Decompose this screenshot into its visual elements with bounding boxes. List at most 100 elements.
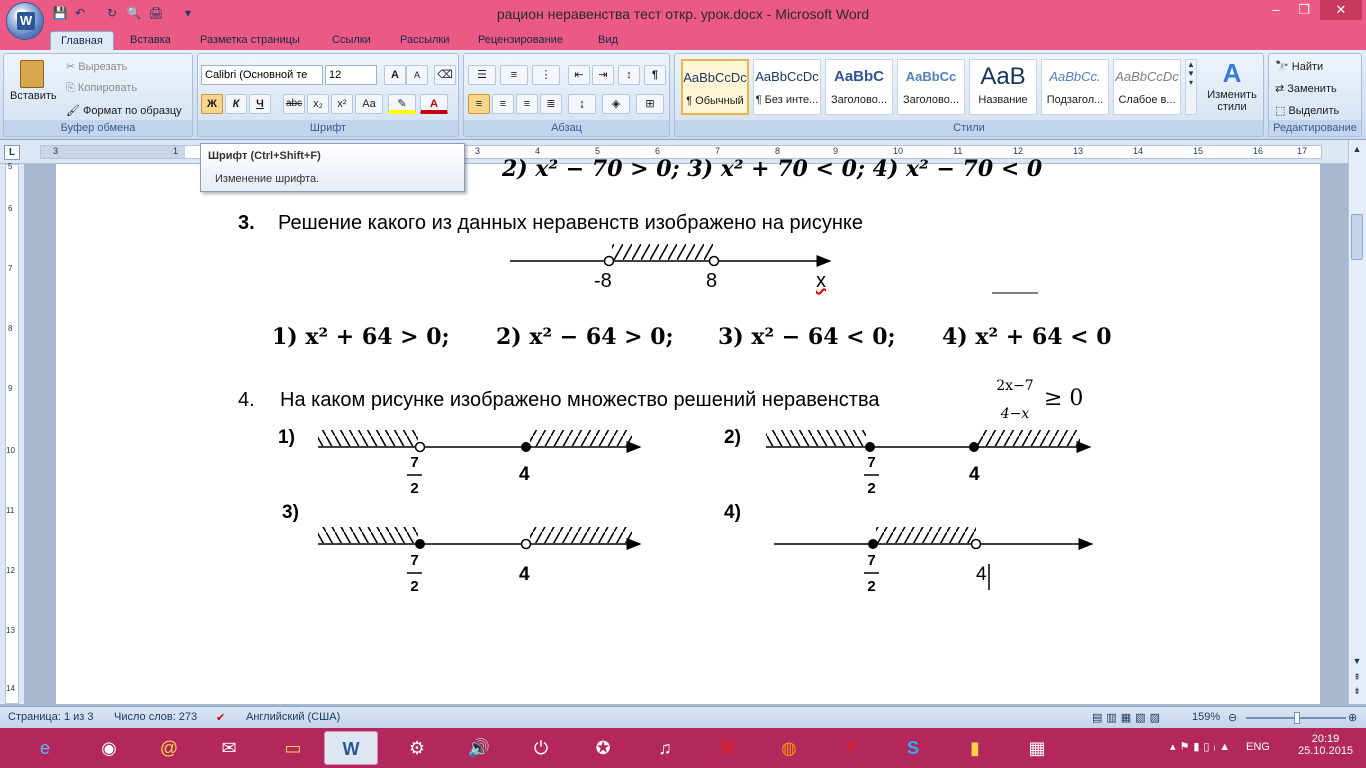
shrink-font-button[interactable]: A	[406, 65, 428, 85]
chrome-icon[interactable]: ◉	[82, 731, 136, 765]
bold-button[interactable]: Ж	[201, 94, 223, 114]
style-heading-1[interactable]: AaBbC Заголово...	[825, 59, 893, 115]
style-normal[interactable]: AaBbCcDc ¶ Обычный	[681, 59, 749, 115]
yandex-browser-icon[interactable]: Y	[824, 731, 878, 765]
ccleaner-icon[interactable]: ✪	[576, 731, 630, 765]
firefox-icon[interactable]: ◍	[762, 731, 816, 765]
multilevel-list-icon[interactable]: ⋮	[532, 65, 560, 85]
file-explorer-icon[interactable]: ▭	[266, 731, 320, 765]
format-painter-button[interactable]: 🖌 Формат по образцу	[66, 104, 182, 117]
zoom-in-icon[interactable]: ⊕	[1348, 711, 1357, 724]
superscript-button[interactable]: x²	[331, 94, 353, 114]
previous-page-icon[interactable]: ⇞	[1350, 672, 1364, 686]
minimize-button[interactable]: –	[1262, 0, 1290, 20]
skype-icon[interactable]: S	[886, 731, 940, 765]
strikethrough-button[interactable]: abc	[283, 94, 305, 114]
align-right-icon[interactable]: ≡	[516, 94, 538, 114]
tray-icons[interactable]: ▴⚑▮▯ᵢ▲	[1170, 740, 1234, 753]
align-center-icon[interactable]: ≡	[492, 94, 514, 114]
shading-icon[interactable]: ◈	[602, 94, 630, 114]
vertical-scrollbar[interactable]: ▲ ▼ ⇞ ⇟	[1348, 140, 1366, 704]
scroll-up-icon[interactable]: ▲	[1350, 144, 1364, 158]
italic-button[interactable]: К	[225, 94, 247, 114]
change-styles-button[interactable]: A Изменить стили	[1203, 58, 1261, 113]
sort-icon[interactable]: ↕	[618, 65, 640, 85]
increase-indent-icon[interactable]: ⇥	[592, 65, 614, 85]
next-page-icon[interactable]: ⇟	[1350, 686, 1364, 700]
line-spacing-icon[interactable]: ↨	[568, 94, 596, 114]
office-button[interactable]: W	[6, 2, 44, 40]
music-icon[interactable]: ♫	[638, 731, 692, 765]
bullets-icon[interactable]: ☰	[468, 65, 496, 85]
word-taskbar-icon[interactable]: W	[324, 731, 378, 765]
document-page[interactable]: 2) x² − 70 > 0; 3) x² + 70 < 0; 4) x² − …	[56, 156, 1320, 704]
variant-1-label: 1)	[278, 427, 295, 448]
style-subtle-emphasis[interactable]: AaBbCcDc Слабое в...	[1113, 59, 1181, 115]
vertical-ruler[interactable]: 5 6 7 8 9 10 11 12 13 14	[0, 162, 24, 704]
justify-icon[interactable]: ≣	[540, 94, 562, 114]
internet-explorer-icon[interactable]: e	[18, 731, 72, 765]
clear-formatting-icon[interactable]: ⌫	[434, 65, 456, 85]
winrar-icon[interactable]: ▦	[1010, 731, 1064, 765]
cut-button[interactable]: ✂ Вырезать	[66, 60, 127, 73]
underline-button[interactable]: Ч	[249, 94, 271, 114]
tab-insert[interactable]: Вставка	[120, 31, 181, 50]
close-button[interactable]: ✕	[1320, 0, 1362, 20]
input-language[interactable]: ENG	[1246, 741, 1270, 753]
style-name: Заголово...	[902, 94, 960, 106]
scroll-down-icon[interactable]: ▼	[1350, 656, 1364, 670]
page-counter[interactable]: Страница: 1 из 3	[8, 711, 94, 723]
style-subtitle[interactable]: AaBbCc. Подзагол...	[1041, 59, 1109, 115]
style-heading-2[interactable]: AaBbCc Заголово...	[897, 59, 965, 115]
styles-scroll[interactable]: ▲ ▼ ▾	[1185, 59, 1197, 115]
style-title[interactable]: AaB Название	[969, 59, 1037, 115]
variant-1-right-label: 4	[519, 464, 530, 485]
clock[interactable]: 20:19 25.10.2015	[1298, 733, 1353, 757]
notes-icon[interactable]: ▮	[948, 731, 1002, 765]
show-marks-button[interactable]: ¶	[644, 65, 666, 85]
scroll-thumb[interactable]	[1351, 214, 1363, 260]
proofing-icon[interactable]: ✔	[216, 711, 225, 724]
replace-button[interactable]: ⇄ Заменить	[1275, 82, 1337, 95]
tab-home[interactable]: Главная	[50, 31, 114, 50]
grow-font-button[interactable]: A	[384, 65, 406, 85]
zoom-slider-thumb[interactable]	[1294, 712, 1300, 724]
change-case-button[interactable]: Aa	[355, 94, 383, 114]
control-panel-icon[interactable]: ⚙	[390, 731, 444, 765]
borders-icon[interactable]: ⊞	[636, 94, 664, 114]
numbering-icon[interactable]: ≡	[500, 65, 528, 85]
font-name-combo[interactable]: Calibri (Основной те	[201, 65, 323, 85]
tab-selector-icon[interactable]: L	[4, 145, 20, 160]
variant-4-number-line	[774, 527, 1094, 550]
style-no-spacing[interactable]: AaBbCcDc ¶ Без инте...	[753, 59, 821, 115]
yandex-icon[interactable]: Я	[700, 731, 754, 765]
mail-icon[interactable]: ✉	[202, 731, 256, 765]
paste-button[interactable]: Вставить	[10, 58, 57, 114]
highlight-icon[interactable]: ✎	[388, 94, 416, 114]
language-indicator[interactable]: Английский (США)	[246, 711, 340, 723]
variant-3-label: 3)	[282, 502, 299, 523]
power-icon[interactable]: ⏻	[514, 731, 568, 765]
tab-references[interactable]: Ссылки	[322, 31, 381, 50]
tab-view[interactable]: Вид	[588, 31, 628, 50]
vruler-tick: 11	[6, 506, 15, 515]
select-button[interactable]: ⬚ Выделить	[1275, 104, 1339, 117]
font-color-icon[interactable]: A	[420, 94, 448, 114]
tab-mailings[interactable]: Рассылки	[390, 31, 459, 50]
zoom-level[interactable]: 159%	[1192, 711, 1220, 723]
decrease-indent-icon[interactable]: ⇤	[568, 65, 590, 85]
word-count[interactable]: Число слов: 273	[114, 711, 197, 723]
view-buttons[interactable]: ▤▥▦▧▨	[1092, 711, 1164, 724]
maximize-button[interactable]: ❐	[1290, 0, 1318, 20]
subscript-button[interactable]: x₂	[307, 94, 329, 114]
tab-review[interactable]: Рецензирование	[468, 31, 573, 50]
find-button[interactable]: 🔭 Найти	[1275, 60, 1323, 73]
align-left-icon[interactable]: ≡	[468, 94, 490, 114]
copy-button[interactable]: ⎘ Копировать	[66, 82, 137, 95]
tab-page-layout[interactable]: Разметка страницы	[190, 31, 310, 50]
mail-agent-icon[interactable]: @	[142, 731, 196, 765]
volume-icon[interactable]: 🔊	[452, 731, 506, 765]
style-name: Слабое в...	[1118, 94, 1176, 106]
zoom-out-icon[interactable]: ⊖	[1228, 711, 1237, 724]
font-size-combo[interactable]: 12	[325, 65, 377, 85]
